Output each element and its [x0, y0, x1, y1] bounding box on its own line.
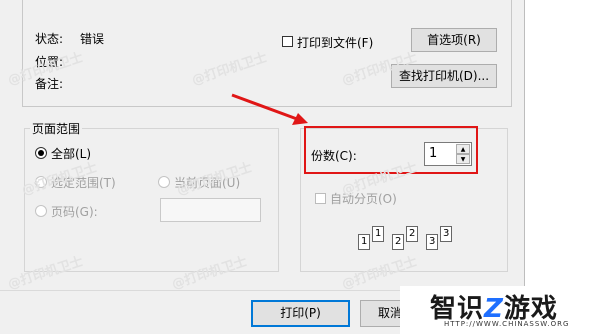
brand-url: HTTP://WWW.CHINASSW.ORG [444, 320, 570, 328]
annotation-arrow-icon [231, 93, 308, 125]
brand-logo: 智识Z游戏 HTTP://WWW.CHINASSW.ORG [400, 286, 600, 334]
